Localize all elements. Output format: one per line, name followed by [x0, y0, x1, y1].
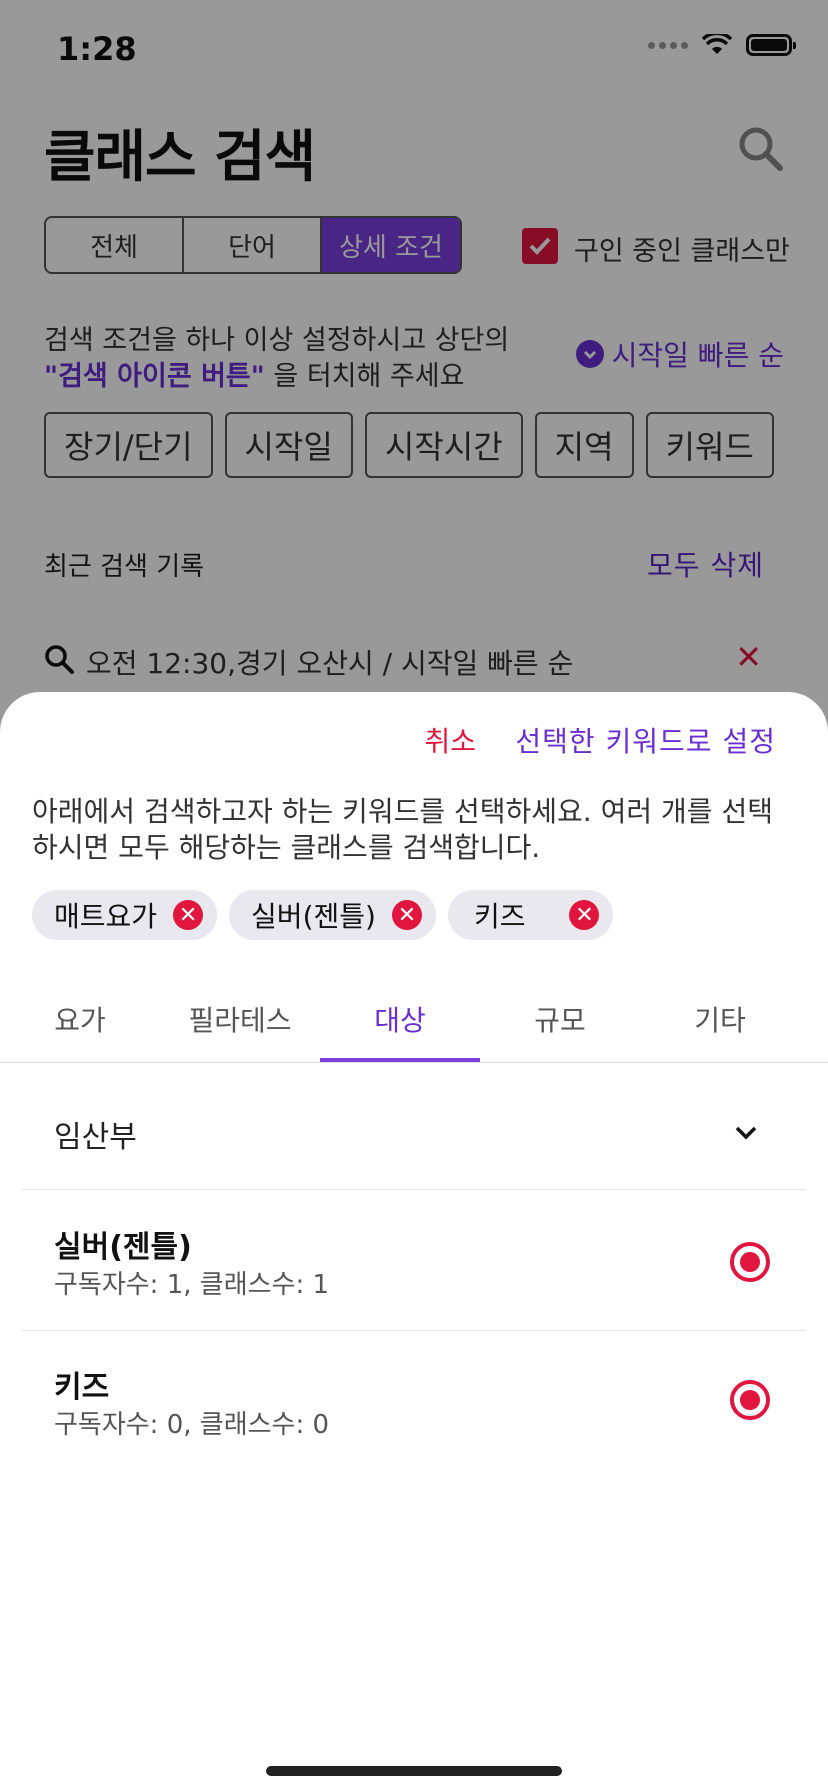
- remove-chip-icon[interactable]: ✕: [391, 900, 422, 930]
- chevron-down-icon[interactable]: [732, 1118, 760, 1146]
- keyword-item-title: 실버(젠틀): [54, 1230, 192, 1265]
- section-label[interactable]: 임산부: [54, 1112, 137, 1156]
- selected-chip-label: 키즈: [473, 900, 526, 933]
- keyword-item-sub: 구독자수: 0, 클래스수: 0: [54, 1410, 330, 1440]
- selected-chip: 키즈 ✕: [447, 890, 614, 940]
- sheet-instruction: 아래에서 검색하고자 하는 키워드를 선택하세요. 여러 개를 선택하시면 모두…: [32, 795, 773, 864]
- keyword-item-title: 키즈: [54, 1370, 110, 1405]
- selected-chip-label: 매트요가: [54, 900, 158, 933]
- tab-etc[interactable]: 기타: [640, 976, 800, 1062]
- home-indicator: [266, 1766, 562, 1776]
- keyword-radio-selected[interactable]: [730, 1380, 770, 1420]
- keyword-radio-selected[interactable]: [730, 1242, 770, 1282]
- cancel-button[interactable]: 취소: [424, 720, 476, 760]
- selected-chip: 매트요가 ✕: [32, 890, 218, 940]
- keyword-tabs: 요가 필라테스 대상 규모 기타: [0, 976, 828, 1062]
- keyword-item-sub: 구독자수: 1, 클래스수: 1: [54, 1270, 330, 1300]
- selected-chip-label: 실버(젠틀): [251, 900, 376, 933]
- remove-chip-icon[interactable]: ✕: [569, 900, 600, 930]
- set-keyword-button[interactable]: 선택한 키워드로 설정: [515, 720, 776, 760]
- tab-yoga[interactable]: 요가: [0, 976, 160, 1062]
- tab-target[interactable]: 대상: [320, 976, 480, 1062]
- divider: [22, 1189, 806, 1190]
- selected-keyword-chips: 매트요가 ✕ 실버(젠틀) ✕ 키즈 ✕: [32, 890, 614, 940]
- tab-pilates[interactable]: 필라테스: [160, 976, 320, 1062]
- tabs-divider: [0, 1062, 828, 1063]
- selected-chip: 실버(젠틀) ✕: [229, 890, 436, 940]
- remove-chip-icon[interactable]: ✕: [173, 900, 204, 930]
- tab-scale[interactable]: 규모: [480, 976, 640, 1062]
- divider: [22, 1330, 806, 1331]
